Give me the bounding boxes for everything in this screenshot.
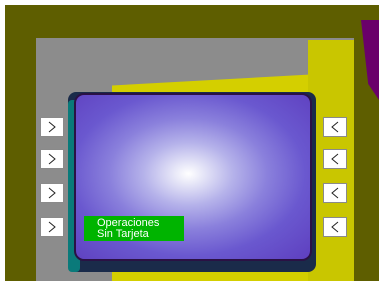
right-button-3[interactable] [323, 183, 347, 203]
chevron-left-icon [331, 121, 339, 133]
right-button-4[interactable] [323, 217, 347, 237]
chevron-left-icon [331, 221, 339, 233]
cardless-operations-option[interactable]: Operaciones Sin Tarjeta [84, 216, 184, 241]
left-button-2[interactable] [40, 149, 64, 169]
left-button-3[interactable] [40, 183, 64, 203]
right-button-1[interactable] [323, 117, 347, 137]
chevron-right-icon [48, 221, 56, 233]
chevron-left-icon [331, 153, 339, 165]
chevron-left-icon [331, 187, 339, 199]
left-button-4[interactable] [40, 217, 64, 237]
chevron-right-icon [48, 153, 56, 165]
option-label-line2: Sin Tarjeta [97, 228, 149, 240]
chevron-right-icon [48, 187, 56, 199]
right-button-2[interactable] [323, 149, 347, 169]
chevron-right-icon [48, 121, 56, 133]
left-button-1[interactable] [40, 117, 64, 137]
atm-scene: Operaciones Sin Tarjeta [0, 0, 379, 281]
